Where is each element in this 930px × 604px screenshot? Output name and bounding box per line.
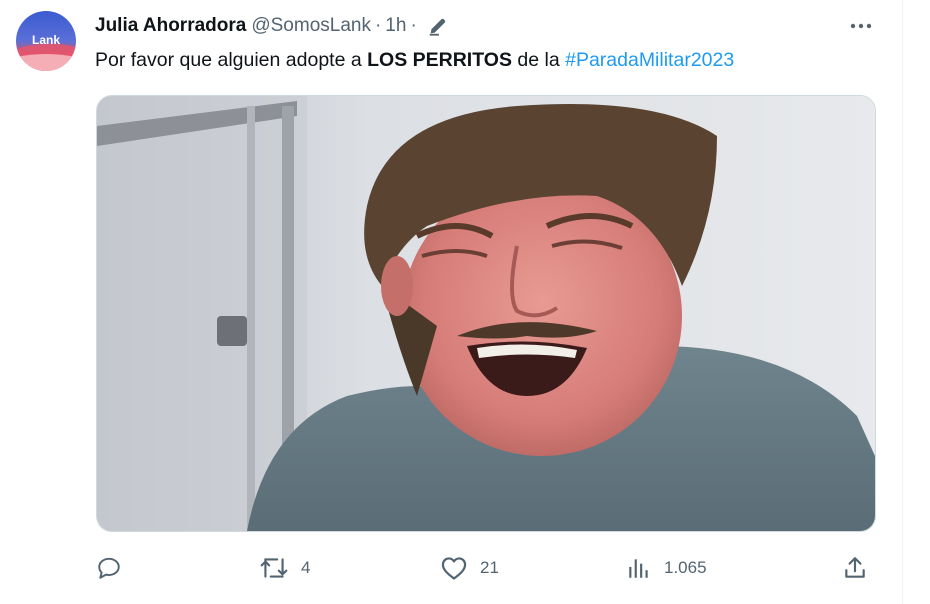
views-count: 1.065 [664, 558, 707, 577]
author-handle[interactable]: @SomosLank [251, 15, 371, 37]
separator: · [410, 15, 417, 36]
svg-text:Lank: Lank [32, 33, 60, 47]
retweet-icon [260, 558, 288, 578]
heart-icon [441, 557, 467, 580]
retweet-count: 4 [301, 558, 311, 577]
tweet-card[interactable]: Lank Julia Ahorradora @SomosLank · 1h · … [0, 0, 903, 604]
tweet-text: Por favor que alguien adopte a LOS PERRI… [95, 47, 734, 73]
hashtag-link[interactable]: #ParadaMilitar2023 [565, 49, 734, 71]
reply-icon [98, 557, 120, 579]
like-button[interactable]: 21 [440, 552, 499, 584]
author-name[interactable]: Julia Ahorradora [95, 15, 246, 37]
edited-pencil-icon[interactable] [427, 15, 449, 37]
timestamp[interactable]: 1h [385, 15, 406, 37]
like-count: 21 [480, 558, 499, 577]
views-icon [629, 559, 648, 578]
reply-button[interactable] [96, 552, 134, 584]
tweet-media-photo[interactable] [96, 95, 876, 532]
tweet-text-part: Por favor que alguien adopte a [95, 49, 368, 71]
retweet-button[interactable]: 4 [259, 552, 310, 584]
avatar[interactable]: Lank [16, 11, 76, 71]
tweet-text-part: de la [511, 49, 566, 71]
more-options-icon[interactable] [844, 12, 878, 40]
tweet-header: Julia Ahorradora @SomosLank · 1h · [95, 14, 449, 38]
avatar-logo-icon: Lank [16, 11, 76, 71]
tweet-text-bold: LOS PERRITOS [367, 49, 512, 71]
share-button[interactable] [842, 552, 880, 584]
crying-man-photo-icon [97, 96, 875, 531]
tweet-actions: 4 21 1.065 [96, 552, 876, 584]
share-icon [845, 557, 865, 578]
separator: · [374, 15, 382, 36]
views-button[interactable]: 1.065 [626, 552, 707, 584]
